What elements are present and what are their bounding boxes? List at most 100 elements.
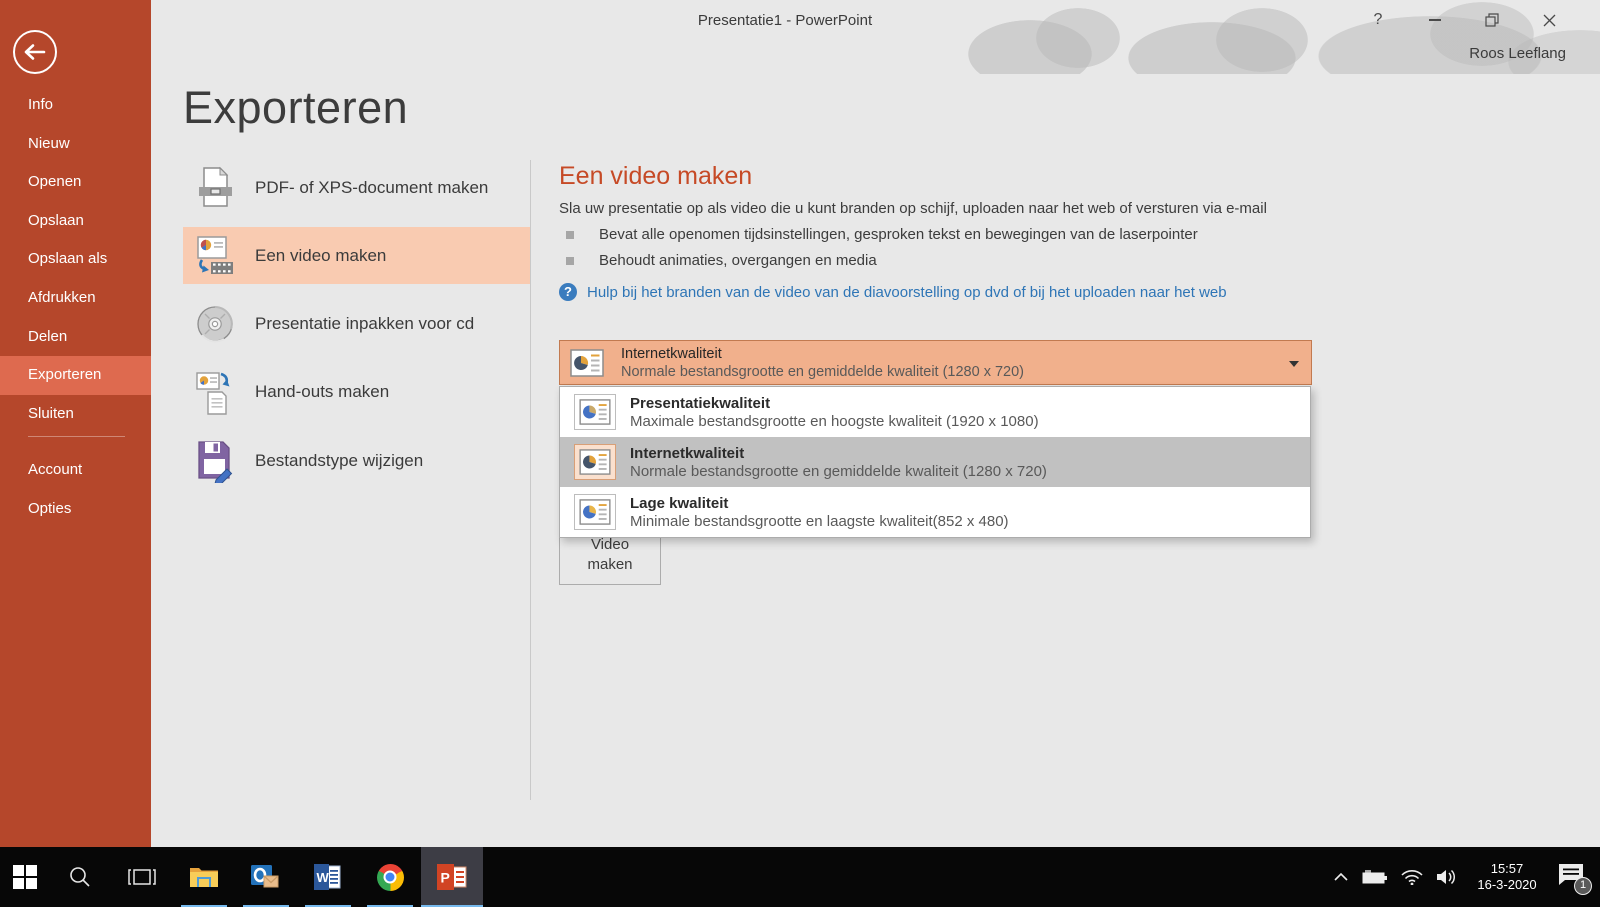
quality-option-title: Lage kwaliteit: [630, 495, 1009, 512]
notification-badge: 1: [1574, 877, 1592, 895]
export-option-change-file-type[interactable]: Bestandstype wijzigen: [183, 432, 530, 489]
quality-slide-icon: [574, 444, 616, 480]
quality-select-texts: Internetkwaliteit Normale bestandsgroott…: [621, 346, 1024, 380]
export-options-list: PDF- of XPS-document maken Een: [183, 159, 530, 500]
quality-option-lage-kwaliteit[interactable]: Lage kwaliteit Minimale bestandsgrootte …: [560, 487, 1310, 537]
backstage-nav: Info Nieuw Openen Opslaan Opslaan als Af…: [0, 86, 151, 529]
close-button[interactable]: [1539, 8, 1559, 32]
sidebar-item-account[interactable]: Account: [0, 451, 151, 490]
back-button[interactable]: [13, 30, 57, 74]
windows-taskbar: W P: [0, 847, 1600, 907]
windows-logo-icon: [13, 865, 37, 889]
taskbar-app-chrome[interactable]: [359, 847, 421, 907]
sidebar-item-opties[interactable]: Opties: [0, 490, 151, 529]
handouts-icon: [195, 369, 235, 415]
quality-option-subtitle: Maximale bestandsgrootte en hoogste kwal…: [630, 413, 1039, 430]
help-link-text: Hulp bij het branden van de video van de…: [587, 284, 1227, 301]
search-icon: [68, 865, 92, 889]
tray-chevron-up-icon[interactable]: [1333, 872, 1349, 882]
maximize-button[interactable]: [1482, 8, 1502, 32]
bullet-square-icon: [566, 257, 574, 265]
sidebar-item-opslaan[interactable]: Opslaan: [0, 202, 151, 241]
export-option-handouts[interactable]: Hand-outs maken: [183, 364, 530, 421]
sidebar-item-openen[interactable]: Openen: [0, 163, 151, 202]
quality-option-title: Internetkwaliteit: [630, 445, 1047, 462]
start-button[interactable]: [0, 847, 49, 907]
sidebar-item-opslaan-als[interactable]: Opslaan als: [0, 240, 151, 279]
create-video-icon: [195, 233, 235, 279]
export-option-package-cd[interactable]: Presentatie inpakken voor cd: [183, 296, 530, 353]
quality-option-presentatiekwaliteit[interactable]: Presentatiekwaliteit Maximale bestandsgr…: [560, 387, 1310, 437]
sidebar-item-afdrukken[interactable]: Afdrukken: [0, 279, 151, 318]
chevron-down-icon: [1289, 361, 1299, 367]
minimize-button[interactable]: [1425, 8, 1445, 32]
help-link[interactable]: ? Hulp bij het branden van de video van …: [559, 283, 1227, 301]
export-option-label: Presentatie inpakken voor cd: [255, 314, 474, 334]
quality-option-texts: Internetkwaliteit Normale bestandsgroott…: [630, 445, 1047, 480]
help-button[interactable]: ?: [1368, 8, 1388, 32]
search-button[interactable]: [49, 847, 111, 907]
backstage-sidebar: Info Nieuw Openen Opslaan Opslaan als Af…: [0, 0, 151, 847]
taskbar-app-word[interactable]: W: [297, 847, 359, 907]
bullet-item: Bevat alle openomen tijdsinstellingen, g…: [559, 226, 1198, 243]
bullet-text: Behoudt animaties, overgangen en media: [599, 252, 877, 269]
sidebar-item-nieuw[interactable]: Nieuw: [0, 125, 151, 164]
outlook-icon: [251, 863, 281, 891]
close-icon: [1543, 14, 1556, 27]
window-controls: ?: [1368, 8, 1559, 32]
clock-time: 15:57: [1471, 861, 1543, 877]
sidebar-item-sluiten[interactable]: Sluiten: [0, 395, 151, 434]
restore-icon: [1485, 13, 1499, 27]
battery-charging-icon[interactable]: [1362, 869, 1388, 885]
action-center-button[interactable]: 1: [1556, 862, 1590, 892]
window-title: Presentatie1 - PowerPoint: [0, 12, 1570, 29]
clock-date: 16-3-2020: [1471, 877, 1543, 893]
help-question-icon: ?: [559, 283, 577, 301]
column-separator: [530, 160, 531, 800]
clock[interactable]: 15:57 16-3-2020: [1471, 861, 1543, 893]
bullet-item: Behoudt animaties, overgangen en media: [559, 252, 877, 269]
taskbar-app-outlook[interactable]: [235, 847, 297, 907]
video-quality-dropdown-list: Presentatiekwaliteit Maximale bestandsgr…: [559, 386, 1311, 538]
user-name: Roos Leeflang: [1469, 45, 1566, 62]
file-explorer-icon: [189, 865, 219, 889]
word-icon: W: [314, 864, 342, 890]
export-option-label: Bestandstype wijzigen: [255, 451, 423, 471]
quality-option-subtitle: Minimale bestandsgrootte en laagste kwal…: [630, 513, 1009, 530]
svg-text:P: P: [441, 870, 450, 886]
page-title: Exporteren: [183, 82, 408, 134]
quality-select-subtitle: Normale bestandsgrootte en gemiddelde kw…: [621, 364, 1024, 380]
quality-option-texts: Lage kwaliteit Minimale bestandsgrootte …: [630, 495, 1009, 530]
export-option-label: Hand-outs maken: [255, 382, 389, 402]
system-tray: 15:57 16-3-2020 1: [1333, 847, 1600, 907]
task-view-button[interactable]: [111, 847, 173, 907]
powerpoint-icon: P: [437, 864, 467, 890]
export-option-create-video[interactable]: Een video maken: [183, 227, 530, 284]
panel-title: Een video maken: [559, 162, 752, 191]
sidebar-item-exporteren[interactable]: Exporteren: [0, 356, 151, 395]
bullet-text: Bevat alle openomen tijdsinstellingen, g…: [599, 226, 1198, 243]
export-option-pdf-xps[interactable]: PDF- of XPS-document maken: [183, 159, 530, 216]
quality-option-subtitle: Normale bestandsgrootte en gemiddelde kw…: [630, 463, 1047, 480]
bullet-square-icon: [566, 231, 574, 239]
wifi-icon[interactable]: [1401, 869, 1423, 885]
quality-slide-icon: [574, 394, 616, 430]
sidebar-item-delen[interactable]: Delen: [0, 318, 151, 357]
svg-text:W: W: [317, 870, 330, 885]
powerpoint-backstage-window: Presentatie1 - PowerPoint ? Roos Leeflan…: [0, 0, 1600, 907]
panel-description: Sla uw presentatie op als video die u ku…: [559, 200, 1267, 217]
sidebar-divider: [28, 436, 125, 437]
minimize-icon: [1429, 19, 1441, 21]
volume-icon[interactable]: [1436, 868, 1458, 886]
taskbar-app-powerpoint[interactable]: P: [421, 847, 483, 907]
video-quality-select[interactable]: Internetkwaliteit Normale bestandsgroott…: [559, 340, 1312, 385]
taskbar-app-file-explorer[interactable]: [173, 847, 235, 907]
quality-option-internetkwaliteit[interactable]: Internetkwaliteit Normale bestandsgroott…: [560, 437, 1310, 487]
pdf-xps-document-icon: [195, 165, 235, 211]
task-view-icon: [128, 866, 156, 888]
export-option-label: PDF- of XPS-document maken: [255, 178, 488, 198]
quality-select-value: Internetkwaliteit: [621, 346, 1024, 362]
package-for-cd-icon: [195, 301, 235, 347]
sidebar-item-info[interactable]: Info: [0, 86, 151, 125]
change-file-type-icon: [195, 438, 235, 484]
